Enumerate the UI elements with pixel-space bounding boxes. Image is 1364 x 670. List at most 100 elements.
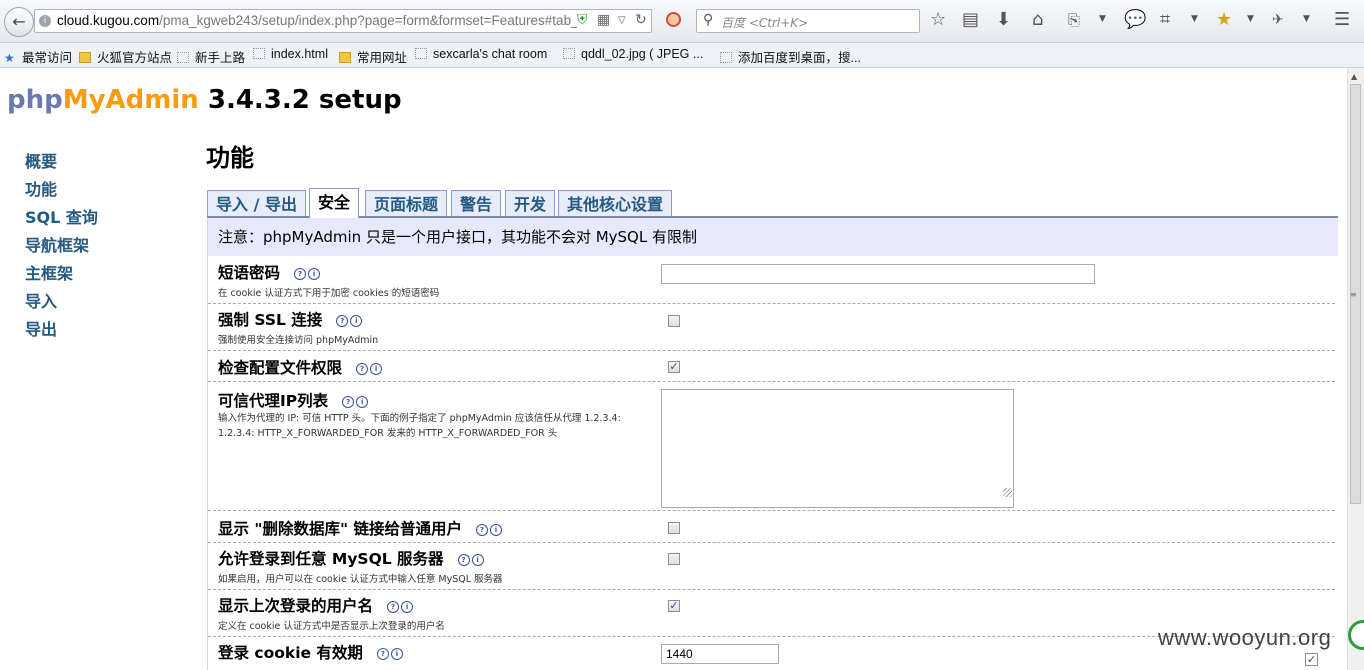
tab-other-core-settings[interactable]: 其他核心设置 (558, 190, 673, 217)
bookmark-common-sites[interactable]: 常用网址 (339, 47, 407, 66)
bookmark-getting-started[interactable]: 新手上路 (177, 47, 245, 66)
row-check-config-perms: 检查配置文件权限? i ✓ (208, 351, 1335, 382)
extra-checkbox[interactable]: ✓ (1305, 653, 1318, 666)
help-icon[interactable]: ? (356, 363, 369, 375)
page-tools-icon[interactable]: ⎘ (1068, 10, 1080, 30)
help-icon[interactable]: ? (457, 554, 470, 566)
home-icon[interactable]: ⌂ (1032, 10, 1043, 30)
textarea-resize-grip[interactable] (1003, 488, 1012, 497)
notice-banner: 注意：phpMyAdmin 只是一个用户接口，其功能不会对 MySQL 有限制 (208, 218, 1338, 256)
field-label: 允许登录到任意 MySQL 服务器? i (218, 547, 486, 569)
menu-item-import[interactable]: 导入 (25, 288, 98, 316)
info-icon[interactable]: i (390, 648, 403, 660)
bookmark-chat-room[interactable]: sexcarla's chat room (415, 47, 547, 61)
page-content: phpMyAdmin 3.4.3.2 setup 概要 功能 SQL 查询 导航… (0, 68, 1347, 670)
info-icon[interactable]: i (489, 524, 502, 536)
search-icon: ⚲ (703, 12, 714, 28)
tab-developer[interactable]: 开发 (505, 190, 556, 217)
help-icon[interactable]: ? (336, 315, 349, 327)
force-ssl-checkbox[interactable] (668, 315, 680, 327)
help-icon[interactable]: ? (475, 524, 488, 536)
tab-import-export[interactable]: 导入 / 导出 (207, 190, 306, 217)
logo-myadmin: MyAdmin (62, 85, 199, 115)
field-description: 定义在 cookie 认证方式中是否显示上次登录的用户名 (218, 621, 445, 632)
allow-arbitrary-server-checkbox[interactable] (668, 553, 680, 565)
help-icon[interactable]: ? (342, 396, 355, 408)
site-info-icon[interactable]: i (39, 15, 51, 27)
dropdown-arrow-icon[interactable]: ▼ (1191, 14, 1198, 24)
menu-item-nav-frame[interactable]: 导航框架 (25, 232, 98, 260)
adblock-icon[interactable] (666, 12, 681, 27)
info-icon[interactable]: i (471, 554, 484, 566)
url-text[interactable]: cloud.kugou.com/pma_kgweb243/setup/index… (57, 13, 577, 28)
left-menu: 概要 功能 SQL 查询 导航框架 主框架 导入 导出 (25, 148, 98, 344)
menu-item-features[interactable]: 功能 (25, 176, 98, 204)
tab-page-titles[interactable]: 页面标题 (365, 190, 448, 217)
download-icon[interactable]: ⬇ (996, 10, 1011, 30)
show-drop-database-checkbox[interactable] (668, 522, 680, 534)
search-bar[interactable]: ⚲ 百度 <Ctrl+K> (696, 9, 920, 33)
bookmark-most-visited[interactable]: ★ 最常访问 (4, 47, 72, 66)
star-icon[interactable]: ☆ (930, 10, 946, 30)
vertical-scrollbar[interactable]: ▲ ≡ (1347, 68, 1364, 670)
page-icon (563, 48, 575, 59)
help-icons: ? i (342, 390, 370, 408)
help-icons: ? i (376, 642, 405, 660)
menu-item-sql-query[interactable]: SQL 查询 (25, 204, 98, 232)
menu-item-main-frame[interactable]: 主框架 (25, 260, 98, 288)
dropdown-arrow-icon[interactable]: ▽ (618, 15, 626, 26)
trusted-proxies-textarea[interactable] (661, 389, 1014, 508)
bookmark-baidu-desktop[interactable]: 添加百度到桌面，搜... (720, 47, 861, 66)
help-icon[interactable]: ? (294, 268, 307, 280)
dropdown-arrow-icon[interactable]: ▼ (1099, 14, 1106, 24)
menu-item-overview[interactable]: 概要 (25, 148, 98, 176)
refresh-icon[interactable]: ↻ (635, 12, 647, 28)
back-button[interactable]: ← (4, 7, 34, 37)
tab-warnings[interactable]: 警告 (451, 190, 502, 217)
watermark: www.wooyun.org (1158, 625, 1332, 650)
info-icon[interactable]: i (370, 363, 383, 375)
remember-username-checkbox[interactable]: ✓ (668, 600, 680, 612)
crop-icon[interactable]: ⌗ (1160, 10, 1170, 30)
tab-security[interactable]: 安全 (309, 188, 360, 218)
row-force-ssl: 强制 SSL 连接? i 强制使用安全连接访问 phpMyAdmin (208, 304, 1335, 351)
check-config-perms-checkbox[interactable]: ✓ (668, 361, 680, 373)
scroll-up-arrow-icon[interactable]: ▲ (1351, 72, 1357, 81)
info-icon[interactable]: i (350, 315, 363, 327)
row-allow-arbitrary-server: 允许登录到任意 MySQL 服务器? i 如果启用，用户可以在 cookie 认证… (208, 543, 1335, 590)
row-blowfish-secret: 短语密码? i 在 cookie 认证方式下用于加密 cookies 的短语密码 (208, 257, 1335, 304)
extension-star-icon[interactable]: ★ (1216, 10, 1232, 30)
logo-version: 3.4.3.2 setup (198, 85, 402, 115)
dropdown-arrow-icon[interactable]: ▼ (1303, 14, 1310, 24)
addon-icon[interactable]: ✈ (1272, 10, 1284, 30)
bookmarks-list-icon[interactable]: ▤ (962, 10, 979, 30)
blowfish-secret-input[interactable] (661, 264, 1095, 284)
bookmark-index[interactable]: index.html (253, 47, 328, 61)
bookmark-firefox-site[interactable]: 火狐官方站点 (79, 47, 172, 66)
info-icon[interactable]: i (308, 268, 321, 280)
bookmark-image[interactable]: qddl_02.jpg ( JPEG ... (563, 47, 703, 61)
info-icon[interactable]: i (356, 396, 369, 408)
help-icon[interactable]: ? (387, 601, 400, 613)
app-logo: phpMyAdmin 3.4.3.2 setup (7, 85, 402, 115)
help-icon[interactable]: ? (376, 648, 389, 660)
address-bar[interactable]: i cloud.kugou.com/pma_kgweb243/setup/ind… (34, 9, 652, 33)
chat-bubble-icon[interactable]: 💬 (1124, 10, 1146, 30)
info-icon[interactable]: i (401, 601, 414, 613)
qr-code-icon[interactable]: ▦ (597, 12, 610, 28)
hamburger-icon[interactable]: ☰ (1334, 10, 1350, 30)
shield-icon[interactable]: ⛨ (577, 12, 588, 28)
help-icons: ? i (457, 548, 486, 566)
page-icon (415, 48, 427, 59)
field-label: 检查配置文件权限? i (218, 356, 384, 378)
page-icon (177, 52, 189, 63)
row-trusted-proxies: 可信代理IP列表? i 输入作为代理的 IP: 可信 HTTP 头。下面的例子指定… (208, 382, 1335, 511)
row-show-drop-database: 显示 "删除数据库" 链接给普通用户? i (208, 511, 1335, 543)
help-icons: ? i (387, 595, 415, 613)
url-domain: cloud.kugou.com (57, 13, 160, 28)
login-cookie-validity-input[interactable] (661, 644, 779, 664)
page-icon (253, 48, 265, 59)
page-icon (720, 52, 732, 63)
menu-item-export[interactable]: 导出 (25, 316, 98, 344)
dropdown-arrow-icon[interactable]: ▼ (1247, 14, 1254, 24)
